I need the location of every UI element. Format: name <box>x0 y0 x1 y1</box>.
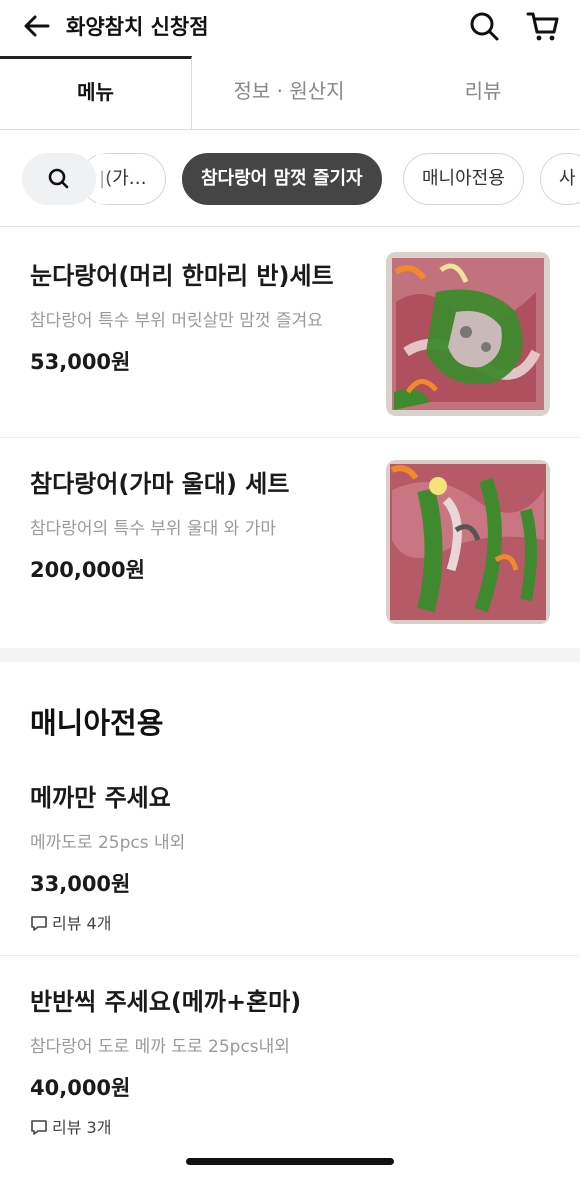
home-indicator[interactable] <box>186 1158 394 1165</box>
comment-icon <box>31 1120 47 1135</box>
menu-item-name: 눈다랑어(머리 한마리 반)세트 <box>30 262 334 290</box>
comment-icon <box>31 916 47 931</box>
tab-menu[interactable]: 메뉴 <box>0 56 192 129</box>
menu-item-reviews: 리뷰 3개 <box>30 1114 111 1138</box>
menu-item-price: 53,000원 <box>30 350 131 374</box>
menu-item[interactable]: 반반씩 주세요(메까+혼마) 참다랑어 도로 메까 도로 25pcs내외 40,… <box>0 956 580 1162</box>
search-icon <box>470 12 499 41</box>
store-title: 화양참치 신창점 <box>66 15 209 39</box>
category-chip-bar: |(가… 참다랑어 맘껏 즐기자 매니아전용 사 <box>0 131 580 227</box>
app-header: 화양참치 신창점 <box>0 0 580 56</box>
menu-item-price: 33,000원 <box>30 872 131 896</box>
menu-item-photo <box>386 252 550 416</box>
chip-fade <box>96 151 110 207</box>
menu-item[interactable]: 눈다랑어(머리 한마리 반)세트 참다랑어 특수 부위 머릿살만 맘껏 즐겨요 … <box>0 228 580 438</box>
menu-item-name: 메까만 주세요 <box>30 784 171 812</box>
category-chip[interactable]: 사 <box>540 153 580 205</box>
review-count: 리뷰 4개 <box>52 914 112 933</box>
review-count: 리뷰 3개 <box>52 1118 112 1137</box>
section-title: 매니아전용 <box>30 706 164 740</box>
tab-info-origin[interactable]: 정보 · 원산지 <box>192 56 386 129</box>
category-search-button[interactable] <box>22 153 96 205</box>
category-chip[interactable]: 매니아전용 <box>403 153 524 205</box>
search-button[interactable] <box>466 8 502 44</box>
back-button[interactable] <box>18 8 58 48</box>
menu-item-description: 참다랑어의 특수 부위 울대 와 가마 <box>30 519 276 539</box>
menu-item[interactable]: 참다랑어(가마 울대) 세트 참다랑어의 특수 부위 울대 와 가마 200,0… <box>0 438 580 648</box>
menu-item-description: 참다랑어 특수 부위 머릿살만 맘껏 즐겨요 <box>30 311 323 331</box>
menu-item-price: 40,000원 <box>30 1076 131 1100</box>
cart-icon <box>526 12 559 41</box>
menu-item-photo <box>386 460 550 624</box>
search-icon <box>48 168 69 189</box>
cart-button[interactable] <box>524 8 562 44</box>
menu-item-reviews: 리뷰 4개 <box>30 910 111 934</box>
category-chip-active[interactable]: 참다랑어 맘껏 즐기자 <box>182 153 382 205</box>
section-divider <box>0 648 580 662</box>
menu-item-price: 200,000원 <box>30 558 145 582</box>
menu-item-name: 참다랑어(가마 울대) 세트 <box>30 470 290 498</box>
tab-bar: 메뉴 정보 · 원산지 리뷰 <box>0 56 580 130</box>
tab-reviews[interactable]: 리뷰 <box>386 56 580 129</box>
menu-item-name: 반반씩 주세요(메까+혼마) <box>30 988 302 1016</box>
menu-item-description: 메까도로 25pcs 내외 <box>30 833 186 853</box>
menu-item-description: 참다랑어 도로 메까 도로 25pcs내외 <box>30 1037 290 1057</box>
arrow-left-icon <box>24 15 50 37</box>
menu-item[interactable]: 메까만 주세요 메까도로 25pcs 내외 33,000원 리뷰 4개 <box>0 752 580 956</box>
